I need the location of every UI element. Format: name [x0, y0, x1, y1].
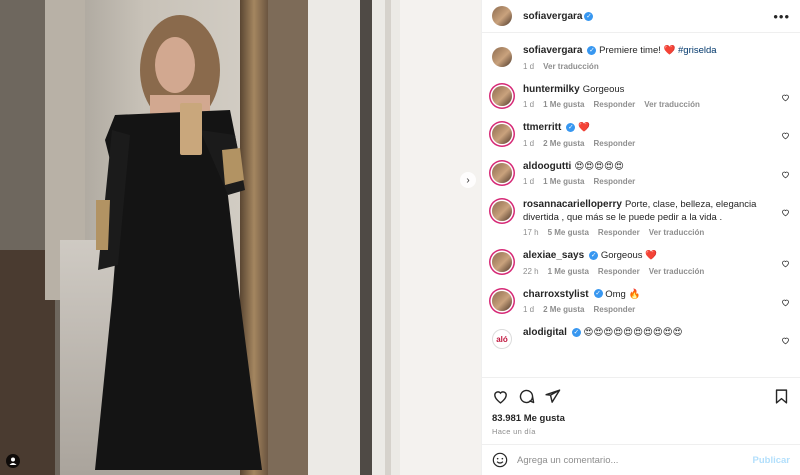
- chevron-right-icon[interactable]: ›: [460, 172, 476, 188]
- author-avatar[interactable]: [492, 6, 512, 26]
- commenter-avatar[interactable]: [492, 162, 512, 183]
- heart-icon[interactable]: [492, 388, 509, 405]
- emoji-icon[interactable]: [492, 452, 508, 468]
- photo-image: [0, 0, 481, 475]
- like-comment-heart-icon[interactable]: [781, 298, 790, 307]
- translate-link[interactable]: Ver traducción: [649, 228, 705, 237]
- comment-likes[interactable]: 2 Me gusta: [543, 305, 584, 314]
- more-options-icon[interactable]: •••: [773, 9, 790, 24]
- author-username[interactable]: sofiavergara: [523, 11, 582, 22]
- comment-input[interactable]: [517, 454, 753, 466]
- divider: [482, 377, 800, 378]
- comment-text: Omg 🔥: [605, 288, 641, 300]
- likes-count[interactable]: 83.981 Me gusta: [492, 413, 565, 424]
- post-header: sofiavergara ✓ •••: [482, 0, 800, 33]
- share-icon[interactable]: [544, 388, 561, 405]
- commenter-username[interactable]: ttmerritt: [523, 122, 561, 133]
- verified-icon: ✓: [587, 45, 597, 55]
- caption-text: Premiere time! ❤️ #griselda: [599, 45, 717, 56]
- comment-item: ttmerritt ✓ ❤️ 1 d 2 Me gusta Responder: [492, 122, 790, 148]
- comment-time[interactable]: 1 d: [523, 305, 534, 314]
- commenter-avatar[interactable]: [492, 252, 512, 272]
- comment-time[interactable]: 1 d: [523, 100, 534, 109]
- post-time[interactable]: Hace un día: [492, 427, 536, 436]
- commenter-avatar[interactable]: [492, 201, 512, 221]
- caption: sofiavergara ✓ Premiere time! ❤️ #griseld…: [492, 45, 790, 71]
- comment-text: Gorgeous ❤️: [600, 250, 658, 261]
- like-comment-heart-icon[interactable]: [781, 259, 790, 268]
- comment-text: ❤️: [577, 122, 590, 133]
- publish-button[interactable]: Publicar: [753, 455, 791, 466]
- comment-text: Gorgeous: [582, 83, 625, 95]
- reply-button[interactable]: Responder: [593, 139, 635, 148]
- comment-time[interactable]: 1 d: [523, 177, 534, 186]
- action-bar: [492, 386, 790, 406]
- post-photo[interactable]: ›: [0, 0, 481, 475]
- reply-button[interactable]: Responder: [593, 177, 635, 186]
- commenter-avatar[interactable]: [492, 124, 512, 144]
- bookmark-icon[interactable]: [773, 388, 790, 405]
- comment-likes[interactable]: 1 Me gusta: [543, 100, 584, 109]
- hashtag-link[interactable]: #griselda: [678, 45, 717, 56]
- comment-item: aldoogutti 😍😍😍😍😍 1 d 1 Me gusta Responder: [492, 160, 790, 186]
- caption-username[interactable]: sofiavergara: [523, 45, 582, 56]
- commenter-avatar[interactable]: [492, 85, 512, 106]
- comment-icon[interactable]: [518, 388, 535, 405]
- comment-likes[interactable]: 1 Me gusta: [548, 267, 589, 276]
- reply-button[interactable]: Responder: [593, 305, 635, 314]
- verified-icon: ✓: [571, 327, 581, 337]
- reply-button[interactable]: Responder: [598, 267, 640, 276]
- like-comment-heart-icon[interactable]: [781, 131, 790, 140]
- comment-text: 😍😍😍😍😍😍😍😍😍😍: [583, 327, 683, 338]
- like-comment-heart-icon[interactable]: [781, 336, 790, 345]
- commenter-username[interactable]: rosannacarielloperry: [523, 199, 622, 210]
- commenter-username[interactable]: alodigital: [523, 327, 567, 338]
- heart-emoji: ❤️: [663, 45, 676, 56]
- add-comment-bar: Publicar: [482, 444, 800, 475]
- commenter-avatar[interactable]: [492, 290, 512, 311]
- author-avatar[interactable]: [492, 47, 512, 67]
- comment-item: huntermilky Gorgeous 1 d 1 Me gusta Respond…: [492, 83, 790, 109]
- commenter-username[interactable]: alexiae_says: [523, 250, 584, 261]
- comment-time[interactable]: 17 h: [523, 228, 539, 237]
- translate-link[interactable]: Ver traducción: [644, 100, 700, 109]
- post-sidebar: sofiavergara ✓ ••• sofiavergara ✓ Premier…: [481, 0, 800, 475]
- like-comment-heart-icon[interactable]: [781, 170, 790, 179]
- comment-text: 😍😍😍😍😍: [574, 160, 624, 172]
- like-comment-heart-icon[interactable]: [781, 93, 790, 102]
- verified-icon: ✓: [593, 289, 603, 299]
- commenter-username[interactable]: aldoogutti: [523, 161, 571, 172]
- reply-button[interactable]: Responder: [593, 100, 635, 109]
- verified-icon: ✓: [589, 250, 599, 260]
- comment-item: charroxstylist ✓ Omg 🔥 1 d 2 Me gusta Respo…: [492, 288, 790, 314]
- comment-item: alexiae_says ✓ Gorgeous ❤️ 22 h 1 Me gusta…: [492, 250, 790, 276]
- translate-link[interactable]: Ver traducción: [649, 267, 705, 276]
- verified-icon: ✓: [584, 11, 594, 21]
- commenter-username[interactable]: huntermilky: [523, 84, 580, 95]
- verified-icon: ✓: [566, 122, 576, 132]
- comment-item: rosannacarielloperry Porte, clase, bellez…: [492, 199, 790, 237]
- commenter-avatar[interactable]: aló: [492, 329, 512, 349]
- comment-likes[interactable]: 5 Me gusta: [548, 228, 589, 237]
- reply-button[interactable]: Responder: [598, 228, 640, 237]
- caption-time[interactable]: 1 d: [523, 62, 534, 71]
- like-comment-heart-icon[interactable]: [781, 208, 790, 217]
- comment-time[interactable]: 22 h: [523, 267, 539, 276]
- comment-time[interactable]: 1 d: [523, 139, 534, 148]
- commenter-username[interactable]: charroxstylist: [523, 289, 589, 300]
- comment-item: aló alodigital ✓ 😍😍😍😍😍😍😍😍😍😍: [492, 327, 790, 349]
- tag-user-icon[interactable]: [6, 454, 20, 468]
- comment-likes[interactable]: 1 Me gusta: [543, 177, 584, 186]
- comment-likes[interactable]: 2 Me gusta: [543, 139, 584, 148]
- comments-list[interactable]: sofiavergara ✓ Premiere time! ❤️ #griseld…: [482, 34, 800, 376]
- translate-link[interactable]: Ver traducción: [543, 62, 599, 71]
